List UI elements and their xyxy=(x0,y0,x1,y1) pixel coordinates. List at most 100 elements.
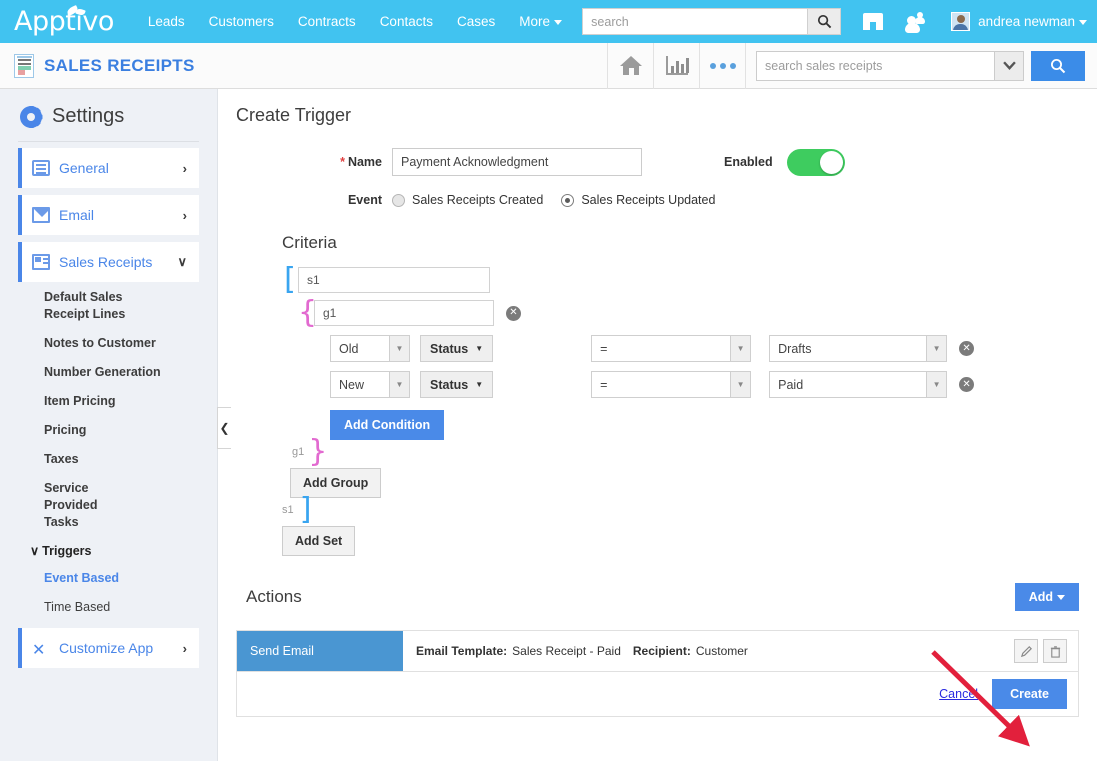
apptivo-logo[interactable]: Apptivo xyxy=(14,5,114,37)
trash-icon[interactable] xyxy=(1043,639,1067,664)
condition-scope-select-1[interactable]: Old ▼ xyxy=(330,335,410,362)
name-row: *Name Enabled xyxy=(236,148,1079,176)
name-input[interactable] xyxy=(392,148,642,176)
recipient-value: Customer xyxy=(695,644,748,659)
sidebar-item-customize-app[interactable]: ✕ Customize App › xyxy=(18,628,199,668)
sidebar-subitem-number-generation[interactable]: Number Generation xyxy=(0,364,217,381)
nav-link-cases[interactable]: Cases xyxy=(445,14,507,29)
condition-value-select-1[interactable]: Drafts ▼ xyxy=(769,335,948,362)
condition-scope-value-2: New xyxy=(339,377,365,392)
settings-sidebar: Settings General › Email › Sales Receipt… xyxy=(0,89,231,761)
user-menu[interactable]: andrea newman xyxy=(978,14,1087,29)
sidebar-subitem-taxes[interactable]: Taxes xyxy=(0,451,217,468)
search-icon xyxy=(817,14,831,29)
event-row: Event Sales Receipts Created Sales Recei… xyxy=(236,193,1079,207)
user-name-label: andrea newman xyxy=(978,14,1075,29)
condition-scope-value-1: Old xyxy=(339,341,359,356)
remove-group-icon[interactable]: ✕ xyxy=(506,305,521,321)
envelope-icon xyxy=(32,207,50,223)
home-button[interactable] xyxy=(607,42,653,89)
condition-scope-select-2[interactable]: New ▼ xyxy=(330,371,410,398)
global-search-button[interactable] xyxy=(807,8,842,35)
criteria-builder: [ { ✕ Old ▼ Status ▼ = ▼ xyxy=(236,265,1079,556)
group-row: { ✕ xyxy=(282,298,1079,328)
add-action-button[interactable]: Add xyxy=(1014,583,1079,612)
reports-button[interactable] xyxy=(653,42,699,89)
condition-value-2: Paid xyxy=(778,377,804,392)
sidebar-item-email[interactable]: Email › xyxy=(18,195,199,235)
group-name-input[interactable] xyxy=(314,300,494,326)
condition-row: Old ▼ Status ▼ = ▼ Drafts ▼ ✕ xyxy=(282,335,1079,362)
condition-row: New ▼ Status ▼ = ▼ Paid ▼ ✕ xyxy=(282,371,1079,398)
sidebar-subitem-time-based[interactable]: Time Based xyxy=(0,599,217,616)
app-search-button[interactable] xyxy=(1031,50,1085,81)
set-close-row: s1 ] xyxy=(282,492,312,527)
condition-value-select-2[interactable]: Paid ▼ xyxy=(769,371,948,398)
add-condition-button[interactable]: Add Condition xyxy=(330,410,445,440)
nav-link-contracts[interactable]: Contracts xyxy=(286,14,368,29)
cancel-link[interactable]: Cancel xyxy=(939,687,978,701)
radio-sales-receipts-updated[interactable] xyxy=(561,193,575,207)
logo-text: Apptivo xyxy=(14,6,114,37)
nav-link-contacts[interactable]: Contacts xyxy=(368,14,445,29)
sidebar-subitem-pricing[interactable]: Pricing xyxy=(0,422,217,439)
sidebar-subitem-event-based[interactable]: Event Based xyxy=(0,570,217,587)
sidebar-item-general[interactable]: General › xyxy=(18,148,199,188)
chevron-down-icon: ▼ xyxy=(389,336,409,361)
condition-operator-select-1[interactable]: = ▼ xyxy=(591,335,752,362)
chevron-down-icon: ▼ xyxy=(475,344,484,353)
app-bar-right-group xyxy=(607,42,1097,89)
remove-condition-icon-2[interactable]: ✕ xyxy=(959,377,975,392)
action-type-label: Send Email xyxy=(237,631,403,672)
email-template-label: Email Template: xyxy=(416,644,508,659)
condition-operator-select-2[interactable]: = ▼ xyxy=(591,371,752,398)
chevron-down-icon: ▼ xyxy=(730,336,751,361)
monitor-icon xyxy=(32,160,50,176)
group-tag-label: g1 xyxy=(292,446,305,458)
condition-field-select-1[interactable]: Status ▼ xyxy=(420,335,494,362)
chevron-left-icon: ❮ xyxy=(219,421,230,435)
people-icon[interactable] xyxy=(905,11,927,33)
enabled-toggle[interactable] xyxy=(786,148,845,176)
email-template-value: Sales Receipt - Paid xyxy=(512,644,621,659)
avatar[interactable] xyxy=(951,12,971,31)
condition-field-select-2[interactable]: Status ▼ xyxy=(420,371,494,398)
nav-link-more[interactable]: More xyxy=(507,14,574,29)
sidebar-subitem-item-pricing[interactable]: Item Pricing xyxy=(0,393,217,410)
sidebar-subitem-default-lines[interactable]: Default Sales Receipt Lines xyxy=(0,289,150,323)
nav-link-customers[interactable]: Customers xyxy=(197,14,286,29)
store-icon[interactable] xyxy=(863,13,884,30)
app-search-dropdown[interactable] xyxy=(994,50,1024,81)
more-dots-icon xyxy=(709,62,736,69)
sidebar-subitem-service-provided-tasks[interactable]: Service Provided Tasks xyxy=(0,480,130,531)
gear-icon xyxy=(20,105,42,128)
set-name-input[interactable] xyxy=(298,267,490,293)
global-search-group xyxy=(582,8,842,35)
create-button[interactable]: Create xyxy=(992,679,1067,710)
radio-sales-receipts-created[interactable] xyxy=(392,193,405,207)
pencil-icon[interactable] xyxy=(1014,639,1038,664)
more-options-button[interactable] xyxy=(699,42,745,89)
sidebar-item-sales-receipts[interactable]: Sales Receipts ∨ xyxy=(18,242,199,282)
chevron-down-icon: ▼ xyxy=(926,336,947,361)
condition-operator-value-2: = xyxy=(600,377,608,392)
sidebar-collapse-toggle[interactable]: ❮ xyxy=(217,407,231,449)
page-title: SALES RECEIPTS xyxy=(44,55,195,75)
sidebar-section-triggers[interactable]: ∨ Triggers xyxy=(0,543,217,558)
chevron-down-icon xyxy=(1057,595,1065,601)
sidebar-subitem-notes-to-customer[interactable]: Notes to Customer xyxy=(0,335,217,352)
body-wrapper: Settings General › Email › Sales Receipt… xyxy=(0,89,1097,761)
set-tag-label: s1 xyxy=(282,504,294,516)
app-search-input[interactable] xyxy=(756,50,994,81)
chevron-down-icon xyxy=(554,19,562,25)
form-title: Create Trigger xyxy=(236,105,352,125)
action-detail: Email Template: Sales Receipt - Paid Rec… xyxy=(403,631,1014,671)
set-row: [ xyxy=(282,265,1079,295)
remove-condition-icon-1[interactable]: ✕ xyxy=(959,341,975,356)
add-set-button[interactable]: Add Set xyxy=(282,526,356,556)
group-close-row: g1 } xyxy=(292,434,328,469)
criteria-title: Criteria xyxy=(282,233,337,252)
nav-link-leads[interactable]: Leads xyxy=(136,14,197,29)
reports-chart-icon xyxy=(665,56,689,75)
global-search-input[interactable] xyxy=(582,8,808,35)
